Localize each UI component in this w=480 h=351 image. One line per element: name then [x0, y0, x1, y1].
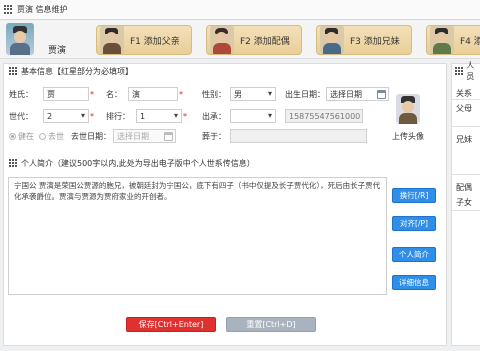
- intro-header: 个人简介（建议500字以内,此处为导出电子版中个人世系传信息）: [4, 156, 444, 170]
- add-spouse-label: F2 添加配偶: [240, 36, 290, 47]
- basic-info-title: 基本信息【红星部分为必填项】: [21, 66, 133, 76]
- basic-info-header: 基本信息【红星部分为必填项】: [4, 64, 446, 78]
- required-star: *: [179, 89, 183, 99]
- divider: [452, 126, 480, 127]
- required-star: *: [183, 111, 187, 121]
- child-avatar-icon: [430, 26, 454, 54]
- birth-date-input[interactable]: 选择日期: [326, 87, 389, 101]
- calendar-icon[interactable]: [377, 90, 386, 99]
- detail-button[interactable]: 详细信息: [392, 275, 436, 290]
- surname-value: 贾: [47, 89, 55, 99]
- divider: [452, 174, 480, 175]
- required-star: *: [90, 111, 94, 121]
- add-child-label: F4 添: [460, 36, 480, 47]
- death-date-label: 去世日期：: [71, 131, 111, 141]
- death-date-input[interactable]: 选择日期: [113, 129, 176, 143]
- branch-select[interactable]: [230, 109, 276, 123]
- add-father-button[interactable]: F1 添加父亲: [96, 25, 192, 55]
- burial-input[interactable]: [230, 129, 367, 143]
- given-name-input[interactable]: 演: [128, 87, 178, 101]
- branch-label: 出承：: [202, 111, 226, 121]
- relation-label: 关系: [456, 89, 472, 98]
- grid-icon: [9, 158, 18, 168]
- rank-select[interactable]: 1: [136, 109, 182, 123]
- children-label[interactable]: 子女: [456, 197, 472, 208]
- birth-date-value: 选择日期: [330, 89, 362, 99]
- deceased-label: 去世: [48, 131, 64, 141]
- alive-radio[interactable]: 健在: [9, 131, 34, 142]
- radio-icon: [39, 132, 46, 140]
- add-sibling-label: F3 添加兄妹: [350, 36, 400, 47]
- id-number-value: 15875547561000: [289, 111, 361, 121]
- death-date-value: 选择日期: [117, 131, 149, 141]
- bio-button[interactable]: 个人简介: [392, 247, 436, 262]
- intro-text: 宁国公 贾演是荣国公贾源的胞兄，被朝廷封为宁国公，底下有四子（书中仅提及长子贾代…: [14, 181, 381, 201]
- birth-date-label: 出生日期：: [285, 89, 325, 99]
- given-name-value: 演: [132, 89, 140, 99]
- upload-avatar-link[interactable]: 上传头像: [392, 131, 424, 142]
- relatives-bar: 贾演 F1 添加父亲 F2 添加配偶 F3 添加兄妹 F4 添: [0, 21, 480, 59]
- right-panel-header: 人员: [452, 61, 480, 81]
- sibling-avatar-icon: [320, 26, 344, 54]
- divider: [452, 99, 480, 100]
- align-button[interactable]: 对齐[/P]: [392, 216, 436, 231]
- generation-select[interactable]: 2: [43, 109, 89, 123]
- divider: [452, 210, 480, 211]
- add-sibling-button[interactable]: F3 添加兄妹: [316, 25, 412, 55]
- save-button[interactable]: 保存[Ctrl+Enter]: [126, 317, 216, 332]
- grid-icon: [455, 66, 463, 76]
- rank-value: 1: [140, 111, 146, 121]
- generation-value: 2: [47, 111, 53, 121]
- add-child-button[interactable]: F4 添: [426, 25, 480, 55]
- person-avatar: [6, 23, 34, 55]
- gender-value: 男: [234, 89, 242, 99]
- radio-selected-icon: [9, 132, 16, 140]
- parents-label[interactable]: 父母: [456, 103, 472, 114]
- calendar-icon[interactable]: [164, 132, 173, 141]
- intro-textarea[interactable]: 宁国公 贾演是荣国公贾源的胞兄，被朝廷封为宁国公，底下有四子（书中仅提及长子贾代…: [8, 177, 387, 295]
- alive-label: 健在: [18, 131, 34, 141]
- current-person: 贾演: [4, 23, 80, 57]
- rank-label: 排行：: [106, 111, 130, 121]
- add-spouse-button[interactable]: F2 添加配偶: [206, 25, 302, 55]
- given-name-label: 名：: [106, 89, 122, 99]
- reset-button[interactable]: 重置[Ctrl+D]: [226, 317, 316, 332]
- add-father-label: F1 添加父亲: [130, 36, 180, 47]
- intro-title: 个人简介（建议500字以内,此处为导出电子版中个人世系传信息）: [21, 158, 255, 168]
- newline-button[interactable]: 换行[/R]: [392, 188, 436, 203]
- window-title: 贾演 信息维护: [17, 5, 68, 14]
- gender-select[interactable]: 男: [230, 87, 276, 101]
- siblings-label[interactable]: 兄妹: [456, 134, 472, 145]
- window-titlebar: 贾演 信息维护: [0, 0, 480, 20]
- required-star: *: [90, 89, 94, 99]
- spouse-label[interactable]: 配偶: [456, 182, 472, 193]
- person-name: 贾演: [48, 46, 67, 56]
- generation-label: 世代：: [9, 111, 33, 121]
- id-number-field[interactable]: 15875547561000: [285, 109, 363, 123]
- grid-icon: [4, 5, 13, 14]
- spouse-avatar-icon: [210, 26, 234, 54]
- right-panel: 人员 关系 父母 兄妹 配偶 子女: [451, 61, 480, 346]
- father-avatar-icon: [100, 26, 124, 54]
- surname-input[interactable]: 贾: [43, 87, 89, 101]
- grid-icon: [9, 66, 18, 76]
- right-panel-title: 人员: [466, 61, 475, 81]
- gender-label: 性别：: [202, 89, 226, 99]
- deceased-radio[interactable]: 去世: [39, 131, 64, 142]
- burial-label: 葬于：: [202, 131, 226, 141]
- surname-label: 姓氏：: [9, 89, 33, 99]
- avatar-preview[interactable]: [396, 94, 420, 124]
